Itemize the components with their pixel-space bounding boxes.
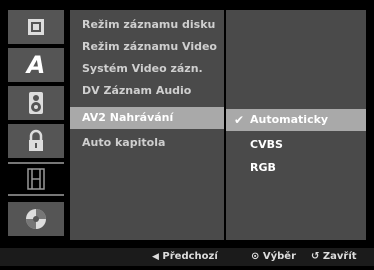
help-previous: ◀ Předchozí <box>152 248 218 266</box>
category-recording[interactable] <box>8 162 64 196</box>
return-icon: ↺ <box>311 251 320 262</box>
category-language[interactable]: A <box>8 48 64 82</box>
option-label: CVBS <box>250 138 283 151</box>
checkmark-icon: ✔ <box>234 113 245 127</box>
category-icon-column: A <box>8 10 64 240</box>
menu-item-video-record-mode[interactable]: Režim záznamu Video <box>70 36 224 58</box>
help-close: ↺ Zavřít <box>311 248 357 266</box>
dvd-disc-icon <box>24 207 48 231</box>
setup-menu-screen: A Režim záznamu disku Režim záznamu Vide… <box>0 0 374 270</box>
menu-item-auto-chapter[interactable]: Auto kapitola <box>70 132 224 154</box>
menu-item-av2-recording[interactable]: AV2 Nahrávání <box>70 107 224 129</box>
category-disc[interactable] <box>8 10 64 44</box>
category-dvd[interactable] <box>8 202 64 236</box>
speaker-icon <box>25 91 47 115</box>
menu-item-disc-record-mode[interactable]: Režim záznamu disku <box>70 14 224 36</box>
category-audio[interactable] <box>8 86 64 120</box>
option-panel: ✔ Automaticky CVBS RGB <box>226 10 366 240</box>
select-button-icon: ⊙ <box>251 251 260 262</box>
help-previous-label: Předchozí <box>162 251 218 262</box>
left-arrow-icon: ◀ <box>152 252 159 262</box>
option-label: RGB <box>250 161 276 174</box>
help-close-label: Zavřít <box>322 251 357 262</box>
menu-item-video-system[interactable]: Systém Video zázn. <box>70 58 224 80</box>
disc-icon <box>25 16 47 38</box>
category-lock[interactable] <box>8 124 64 158</box>
letter-a-icon: A <box>26 51 46 79</box>
settings-menu-list: Režim záznamu disku Režim záznamu Video … <box>70 10 224 240</box>
help-select-label: Výběr <box>262 251 297 262</box>
lock-icon <box>25 129 47 153</box>
option-label: Automaticky <box>250 113 329 126</box>
option-automaticky[interactable]: ✔ Automaticky <box>226 109 366 131</box>
menu-item-dv-audio[interactable]: DV Záznam Audio <box>70 80 224 102</box>
option-rgb[interactable]: RGB <box>226 157 366 179</box>
help-select: ⊙ Výběr <box>251 248 296 266</box>
help-bar: ◀ Předchozí ⊙ Výběr ↺ Zavřít <box>0 242 374 270</box>
option-cvbs[interactable]: CVBS <box>226 134 366 156</box>
film-icon <box>25 167 47 191</box>
